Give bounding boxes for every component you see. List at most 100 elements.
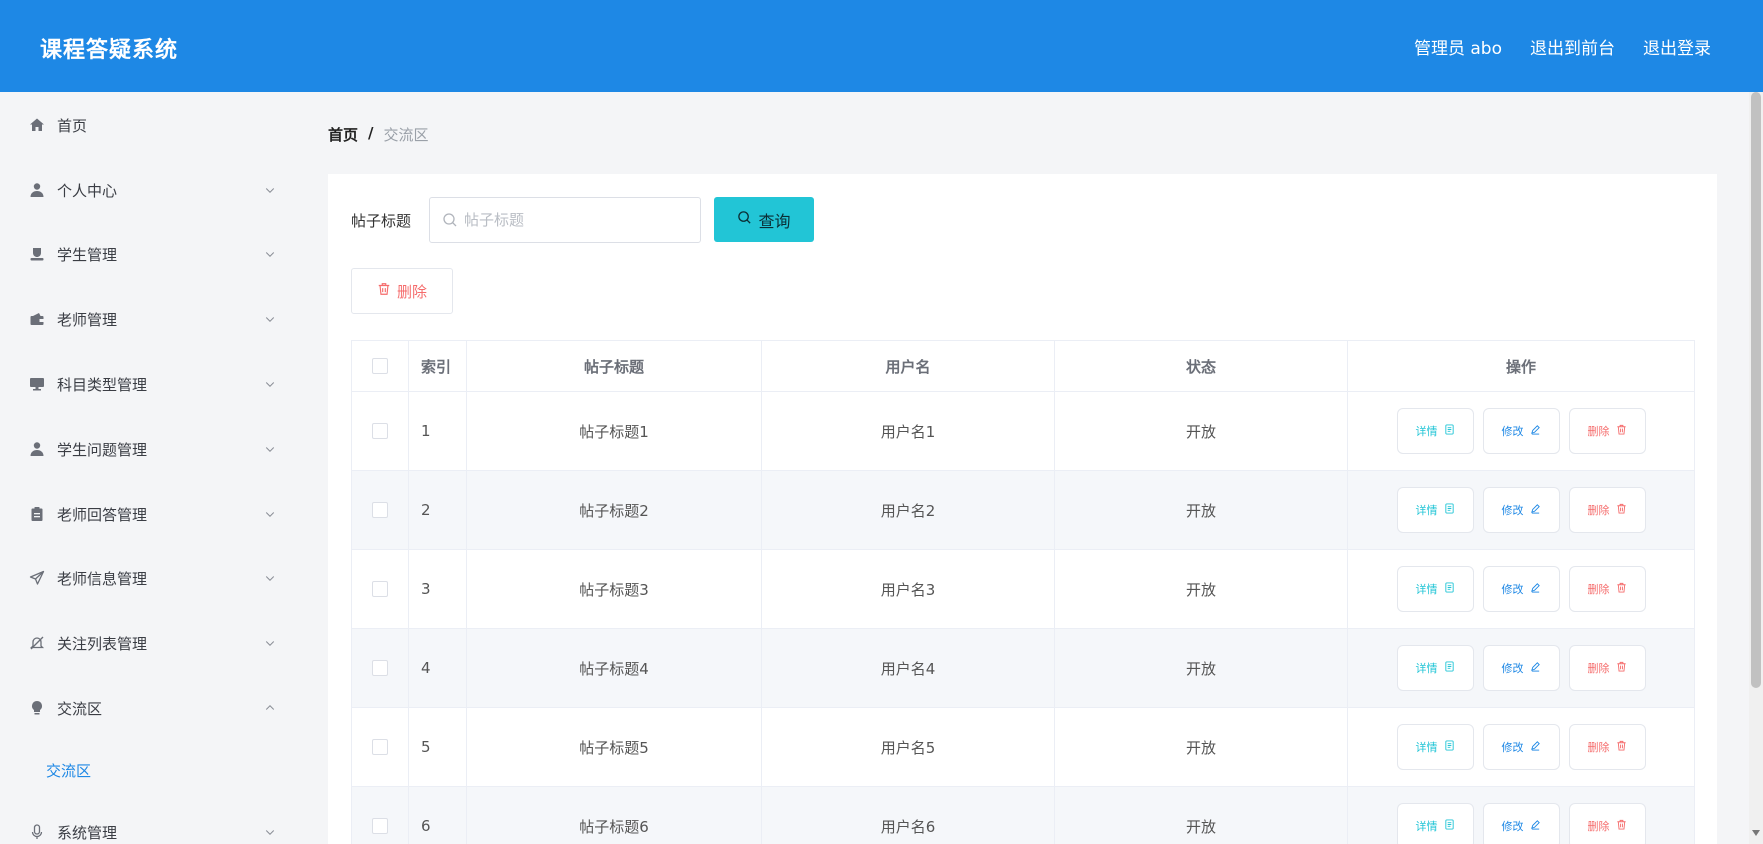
edit-button[interactable]: 修改 — [1482, 724, 1560, 770]
sidebar-item-teacher-management[interactable]: 老师管理 — [0, 299, 300, 339]
select-all-checkbox[interactable] — [372, 358, 388, 374]
cell-status: 开放 — [1055, 787, 1348, 844]
admin-user-link[interactable]: 管理员 abo — [1414, 34, 1502, 59]
detail-button[interactable]: 详情 — [1396, 803, 1474, 844]
sidebar-item-label: 学生管理 — [57, 245, 118, 264]
chevron-down-icon — [262, 635, 278, 651]
monitor-icon — [27, 374, 47, 394]
column-header: 用户名 — [762, 341, 1055, 391]
person-icon — [27, 439, 47, 459]
cell-index: 6 — [409, 787, 467, 844]
pencil-icon — [1530, 819, 1541, 833]
sidebar-item-exchange-area[interactable]: 交流区 — [0, 688, 300, 728]
chevron-down-icon — [262, 824, 278, 840]
bulb-icon — [27, 698, 47, 718]
sidebar-item-student-question-management[interactable]: 学生问题管理 — [0, 429, 300, 469]
trash-icon — [1616, 740, 1627, 754]
column-header: 帖子标题 — [467, 341, 762, 391]
row-checkbox[interactable] — [372, 660, 388, 676]
edit-button[interactable]: 修改 — [1482, 803, 1560, 844]
search-input[interactable] — [464, 198, 694, 242]
pencil-icon — [1530, 740, 1541, 754]
logout-link[interactable]: 退出登录 — [1643, 34, 1711, 59]
cell-status: 开放 — [1055, 629, 1348, 707]
edit-button[interactable]: 修改 — [1482, 487, 1560, 533]
table-row[interactable]: 3 帖子标题3 用户名3 开放 详情 修改 删除 — [351, 550, 1695, 629]
delete-button[interactable]: 删除 — [1568, 724, 1646, 770]
trash-icon — [1616, 424, 1627, 438]
chevron-down-icon — [262, 311, 278, 327]
detail-label: 详情 — [1415, 741, 1438, 754]
submenu-item-exchange-area[interactable]: 交流区 — [46, 760, 91, 781]
cell-title: 帖子标题2 — [467, 471, 762, 549]
delete-button[interactable]: 删除 — [1568, 803, 1646, 844]
cell-title: 帖子标题4 — [467, 629, 762, 707]
table-header: 索引 帖子标题 用户名 状态 操作 — [351, 340, 1695, 392]
chevron-down-icon — [262, 376, 278, 392]
edit-label: 修改 — [1501, 583, 1524, 596]
sidebar: 首页 个人中心 学生管理 老师管理 科目类型管理 学生问题管理 老师回答管理 老… — [0, 92, 300, 844]
detail-button[interactable]: 详情 — [1396, 408, 1474, 454]
edit-button[interactable]: 修改 — [1482, 408, 1560, 454]
batch-delete-button[interactable]: 删除 — [351, 268, 453, 314]
sidebar-item-system-management[interactable]: 系统管理 — [0, 812, 300, 844]
delete-button[interactable]: 删除 — [1568, 487, 1646, 533]
detail-button[interactable]: 详情 — [1396, 724, 1474, 770]
detail-button[interactable]: 详情 — [1396, 566, 1474, 612]
send-icon — [27, 568, 47, 588]
delete-label: 删除 — [1587, 583, 1610, 596]
sidebar-item-follow-list-management[interactable]: 关注列表管理 — [0, 623, 300, 663]
scroll-down-arrow-icon[interactable] — [1752, 830, 1760, 836]
row-checkbox-cell — [351, 392, 409, 470]
search-icon — [442, 212, 458, 228]
delete-button[interactable]: 删除 — [1568, 408, 1646, 454]
row-checkbox[interactable] — [372, 818, 388, 834]
table-row[interactable]: 5 帖子标题5 用户名5 开放 详情 修改 删除 — [351, 708, 1695, 787]
sidebar-item-subject-type-management[interactable]: 科目类型管理 — [0, 364, 300, 404]
row-checkbox[interactable] — [372, 423, 388, 439]
column-header: 索引 — [409, 341, 467, 391]
table-row[interactable]: 6 帖子标题6 用户名6 开放 详情 修改 删除 — [351, 787, 1695, 844]
sidebar-item-teacher-info-management[interactable]: 老师信息管理 — [0, 558, 300, 598]
document-icon — [1444, 582, 1455, 596]
detail-button[interactable]: 详情 — [1396, 487, 1474, 533]
breadcrumb-home[interactable]: 首页 — [328, 124, 358, 145]
delete-label: 删除 — [1587, 820, 1610, 833]
wallet-icon — [27, 309, 47, 329]
table-row[interactable]: 4 帖子标题4 用户名4 开放 详情 修改 删除 — [351, 629, 1695, 708]
table-row[interactable]: 1 帖子标题1 用户名1 开放 详情 修改 删除 — [351, 392, 1695, 471]
exit-to-frontend-link[interactable]: 退出到前台 — [1530, 34, 1615, 59]
cell-status: 开放 — [1055, 550, 1348, 628]
sidebar-item-teacher-answer-management[interactable]: 老师回答管理 — [0, 494, 300, 534]
document-icon — [1444, 819, 1455, 833]
delete-button[interactable]: 删除 — [1568, 566, 1646, 612]
chevron-down-icon — [262, 570, 278, 586]
edit-label: 修改 — [1501, 741, 1524, 754]
sidebar-item-personal-center[interactable]: 个人中心 — [0, 170, 300, 210]
edit-label: 修改 — [1501, 504, 1524, 517]
search-label: 帖子标题 — [351, 212, 412, 230]
trash-icon — [1616, 819, 1627, 833]
header-checkbox-cell — [351, 341, 409, 391]
cell-index: 5 — [409, 708, 467, 786]
scrollbar-thumb[interactable] — [1751, 92, 1761, 688]
row-checkbox[interactable] — [372, 502, 388, 518]
edit-label: 修改 — [1501, 662, 1524, 675]
sidebar-item-home[interactable]: 首页 — [0, 105, 300, 145]
sidebar-item-student-management[interactable]: 学生管理 — [0, 234, 300, 274]
cell-actions: 详情 修改 删除 — [1348, 392, 1695, 470]
row-checkbox[interactable] — [372, 581, 388, 597]
query-button[interactable]: 查询 — [714, 197, 814, 242]
table-row[interactable]: 2 帖子标题2 用户名2 开放 详情 修改 删除 — [351, 471, 1695, 550]
chevron-down-icon — [262, 506, 278, 522]
edit-button[interactable]: 修改 — [1482, 566, 1560, 612]
row-checkbox[interactable] — [372, 739, 388, 755]
breadcrumb-separator: / — [368, 124, 374, 142]
app-title: 课程答疑系统 — [40, 38, 179, 63]
delete-button[interactable]: 删除 — [1568, 645, 1646, 691]
cell-status: 开放 — [1055, 708, 1348, 786]
sidebar-item-label: 学生问题管理 — [57, 440, 148, 459]
edit-button[interactable]: 修改 — [1482, 645, 1560, 691]
detail-button[interactable]: 详情 — [1396, 645, 1474, 691]
cell-index: 1 — [409, 392, 467, 470]
